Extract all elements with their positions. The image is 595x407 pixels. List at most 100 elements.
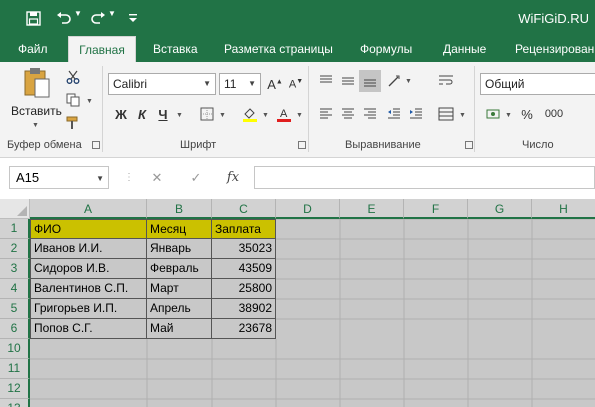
name-box-value: A15 [16, 170, 40, 185]
customize-icon[interactable] [122, 7, 144, 29]
chevron-down-icon: ▼ [96, 174, 104, 183]
window-title: WiFiGiD.RU [518, 11, 589, 26]
column-header-d[interactable]: D [276, 199, 340, 219]
font-size-value: 11 [224, 77, 237, 91]
svg-text:A: A [280, 108, 288, 120]
font-name-select[interactable]: Calibri ▼ [108, 73, 216, 95]
ribbon: Вставить ▼ ▼ Буфер обмена Calibri ▼ 11 ▼… [0, 62, 595, 158]
row-header[interactable]: 10 [0, 339, 30, 359]
clipboard-group-label: Буфер обмена [7, 139, 82, 151]
number-group-label: Число [522, 139, 554, 151]
tab-review[interactable]: Рецензировани [515, 36, 595, 62]
column-header-a[interactable]: A [30, 199, 147, 219]
paste-icon[interactable] [22, 66, 52, 100]
tab-data[interactable]: Данные [443, 36, 486, 62]
formula-bar: A15 ▼ ⋮ ✕ ✓ fx [0, 158, 595, 196]
underline-button[interactable]: Ч [152, 103, 174, 125]
currency-dropdown-icon[interactable]: ▼ [505, 112, 512, 119]
row-header[interactable]: 6 [0, 319, 30, 339]
orientation-dropdown-icon[interactable]: ▼ [405, 78, 412, 85]
copy-dropdown-icon[interactable]: ▼ [86, 98, 93, 105]
tab-formulas[interactable]: Формулы [360, 36, 412, 62]
column-header-b[interactable]: B [147, 199, 212, 219]
separator [102, 66, 103, 152]
number-format-select[interactable]: Общий [480, 73, 595, 95]
fill-color-icon[interactable] [239, 103, 261, 125]
percent-button[interactable]: % [516, 103, 538, 125]
align-left-icon[interactable] [315, 103, 337, 125]
enter-icon[interactable]: ✓ [183, 166, 209, 189]
tab-page-layout[interactable]: Разметка страницы [224, 36, 333, 62]
row-header[interactable]: 11 [0, 359, 30, 379]
merge-dropdown-icon[interactable]: ▼ [459, 112, 466, 119]
insert-function-button[interactable]: fx [220, 166, 246, 189]
row-header[interactable]: 2 [0, 239, 30, 259]
increase-font-icon[interactable]: A▲ [264, 73, 286, 95]
row-header[interactable]: 3 [0, 259, 30, 279]
paste-button[interactable]: Вставить [11, 104, 62, 118]
gridlines [30, 219, 595, 407]
italic-button[interactable]: К [131, 103, 153, 125]
font-color-icon[interactable]: A [273, 103, 295, 125]
row-header[interactable]: 12 [0, 379, 30, 399]
column-header-h[interactable]: H [532, 199, 595, 219]
decrease-indent-icon[interactable] [383, 103, 405, 125]
font-launcher-icon[interactable] [298, 141, 306, 149]
decrease-font-icon[interactable]: A▼ [285, 73, 307, 95]
separator [308, 66, 309, 152]
row-header[interactable]: 13 [0, 399, 30, 407]
redo-dropdown-icon[interactable]: ▼ [108, 9, 116, 18]
row-header[interactable]: 5 [0, 299, 30, 319]
wrap-text-icon[interactable] [435, 70, 457, 92]
tab-file[interactable]: Файл [18, 36, 48, 62]
title-bar: ▼ ▼ WiFiGiD.RU [0, 0, 595, 36]
format-painter-icon[interactable] [62, 112, 84, 134]
font-name-value: Calibri [113, 77, 148, 91]
font-group-label: Шрифт [180, 139, 217, 151]
ribbon-tabs: Файл Главная Вставка Разметка страницы Ф… [0, 36, 595, 63]
undo-icon[interactable] [53, 7, 75, 29]
borders-icon[interactable] [196, 103, 218, 125]
align-right-icon[interactable] [359, 103, 381, 125]
tab-insert[interactable]: Вставка [153, 36, 198, 62]
row-header[interactable]: 1 [0, 219, 30, 239]
redo-icon[interactable] [87, 7, 109, 29]
thousands-separator-button[interactable]: 000 [540, 103, 568, 125]
align-bottom-icon[interactable] [359, 70, 381, 92]
borders-dropdown-icon[interactable]: ▼ [219, 112, 226, 119]
align-middle-icon[interactable] [337, 70, 359, 92]
merge-cells-icon[interactable] [435, 103, 457, 125]
chevron-down-icon: ▼ [203, 79, 211, 88]
bold-button[interactable]: Ж [110, 103, 132, 125]
separator [474, 66, 475, 152]
formula-input[interactable] [254, 166, 595, 189]
fill-color-dropdown-icon[interactable]: ▼ [262, 112, 269, 119]
select-all-icon [17, 206, 27, 216]
row-header[interactable]: 4 [0, 279, 30, 299]
align-top-icon[interactable] [315, 70, 337, 92]
column-header-e[interactable]: E [340, 199, 404, 219]
orientation-icon[interactable] [383, 70, 405, 92]
increase-indent-icon[interactable] [405, 103, 427, 125]
select-all-button[interactable] [0, 199, 30, 219]
cancel-icon[interactable]: ✕ [144, 166, 170, 189]
cut-icon[interactable] [62, 66, 84, 88]
currency-icon[interactable] [482, 103, 504, 125]
save-icon[interactable] [22, 7, 44, 29]
column-header-g[interactable]: G [468, 199, 532, 219]
tab-home[interactable]: Главная [68, 36, 136, 63]
underline-dropdown-icon[interactable]: ▼ [176, 112, 183, 119]
font-color-dropdown-icon[interactable]: ▼ [296, 112, 303, 119]
name-box[interactable]: A15 ▼ [9, 166, 109, 189]
align-center-icon[interactable] [337, 103, 359, 125]
font-size-select[interactable]: 11 ▼ [219, 73, 261, 95]
undo-dropdown-icon[interactable]: ▼ [74, 9, 82, 18]
paste-dropdown-icon[interactable]: ▼ [32, 122, 39, 129]
clipboard-launcher-icon[interactable] [92, 141, 100, 149]
column-header-f[interactable]: F [404, 199, 468, 219]
alignment-group-label: Выравнивание [345, 139, 421, 151]
grip-icon: ⋮ [124, 172, 134, 183]
copy-icon[interactable] [62, 89, 84, 111]
column-header-c[interactable]: C [212, 199, 276, 219]
alignment-launcher-icon[interactable] [465, 141, 473, 149]
